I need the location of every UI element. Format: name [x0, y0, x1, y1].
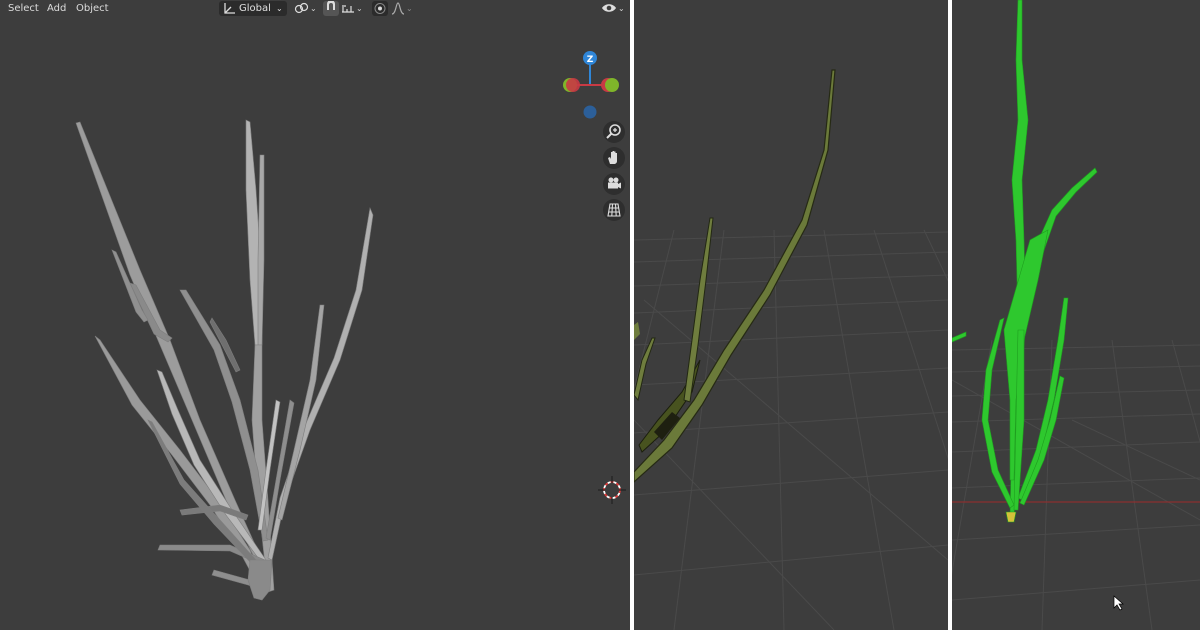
viewport-panel-olive[interactable] — [634, 0, 948, 630]
viewport-panel-gray[interactable]: Select Add Object Global ⌄ ⌄ ⌄ ⌄ ⌄ Z — [0, 0, 630, 630]
viewport-panel-green[interactable] — [952, 0, 1200, 630]
mouse-pointer-icon — [1113, 595, 1124, 611]
viewport-grid-green — [952, 0, 1200, 630]
grass-mesh-gray — [75, 119, 374, 601]
grass-blade-olive — [634, 69, 836, 483]
viewport-grid-olive — [634, 69, 948, 630]
